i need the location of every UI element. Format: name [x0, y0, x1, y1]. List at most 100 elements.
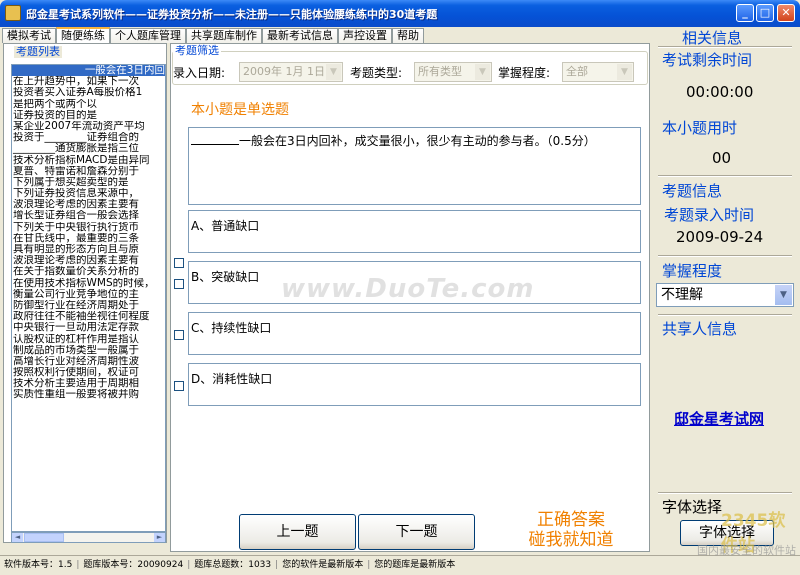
- prev-question-button[interactable]: 上一题: [239, 514, 356, 550]
- list-item[interactable]: 投资者买入证券A每股价格1: [12, 87, 165, 98]
- list-item[interactable]: 投资于________证券组合的: [12, 132, 165, 143]
- tab-strip: 模拟考试 随便练练 个人题库管理 共享题库制作 最新考试信息 声控设置 帮助: [2, 27, 424, 43]
- list-item[interactable]: 高增长行业对经济周期性波: [12, 356, 165, 367]
- date-picker[interactable]: 2009年 1月 1日 ▼: [239, 62, 343, 82]
- option-a[interactable]: A、普通缺口: [188, 210, 641, 253]
- list-item[interactable]: 在使用技术指标WMS的时候，: [12, 278, 165, 289]
- tab-help[interactable]: 帮助: [392, 28, 424, 43]
- close-button[interactable]: ✕: [777, 4, 795, 22]
- divider: [658, 175, 792, 177]
- tab-personal-bank[interactable]: 个人题库管理: [110, 28, 186, 43]
- scroll-left-icon[interactable]: ◄: [12, 533, 23, 542]
- chevron-down-icon[interactable]: ▼: [775, 285, 792, 305]
- list-item[interactable]: 下列属于想买超卖型的是: [12, 177, 165, 188]
- list-item[interactable]: 实质性重组一般要将被并购: [12, 389, 165, 400]
- list-item[interactable]: 中央银行一旦动用法定存款: [12, 322, 165, 333]
- info-panel: 相关信息 考试剩余时间 00:00:00 本小题用时 00 考题信息 考题录入时…: [652, 27, 798, 552]
- type-value: 所有类型: [418, 65, 462, 78]
- list-item[interactable]: 按照权利行使期间，权证可: [12, 367, 165, 378]
- divider: [658, 46, 792, 48]
- list-item[interactable]: 下列关于中央银行执行货币: [12, 222, 165, 233]
- mastery-filter-select[interactable]: 全部 ▼: [562, 62, 634, 82]
- divider: [658, 492, 792, 494]
- option-d-checkbox[interactable]: [174, 381, 184, 391]
- option-b-label: B、突破缺口: [191, 270, 260, 284]
- list-item[interactable]: 是把两个或两个以: [12, 99, 165, 110]
- date-value: 2009年 1月 1日: [243, 65, 325, 78]
- mastery-select[interactable]: 不理解 ▼: [656, 283, 794, 307]
- list-item[interactable]: 波浪理论考虑的因素主要有: [12, 255, 165, 266]
- horizontal-scrollbar[interactable]: ◄ ►: [11, 532, 166, 543]
- minimize-button[interactable]: _: [736, 4, 754, 22]
- divider: [658, 255, 792, 257]
- list-item[interactable]: 波浪理论考虑的因素主要有: [12, 199, 165, 210]
- blank-line: [191, 133, 239, 145]
- question-list-label: 考题列表: [14, 45, 62, 58]
- remaining-time-value: 00:00:00: [686, 83, 754, 101]
- software-latest: 您的软件是最新版本: [282, 560, 364, 570]
- list-item[interactable]: 具有明显的形态方向且与原: [12, 244, 165, 255]
- scroll-thumb[interactable]: [24, 533, 64, 542]
- option-c[interactable]: C、持续性缺口: [188, 312, 641, 355]
- related-info-heading: 相关信息: [682, 29, 743, 47]
- tab-mock-exam[interactable]: 模拟考试: [2, 28, 56, 43]
- entry-time-label: 考题录入时间: [664, 206, 755, 224]
- option-d-label: D、消耗性缺口: [191, 372, 273, 386]
- bank-latest: 您的题库是最新版本: [374, 560, 456, 570]
- list-item[interactable]: 技术分析指标MACD是由异同: [12, 155, 165, 166]
- question-time-label: 本小题用时: [662, 119, 738, 137]
- question-list-panel: 考题列表 一般会在3日内回 在上升趋势中，如果下一次 投资者买入证券A每股价格1 是把…: [3, 43, 167, 543]
- divider: [658, 314, 792, 316]
- remaining-time-label: 考试剩余时间: [662, 51, 753, 69]
- tab-voice-settings[interactable]: 声控设置: [338, 28, 392, 43]
- next-question-button[interactable]: 下一题: [358, 514, 475, 550]
- filter-group-label: 考题筛选: [173, 44, 221, 57]
- font-select-button[interactable]: 字体选择: [680, 520, 774, 546]
- status-bar: 软件版本号：1.5 | 题库版本号：20090924 | 题库总题数：1033 | 您的软件…: [0, 555, 800, 575]
- list-item[interactable]: 认股权证的杠杆作用是指认: [12, 334, 165, 345]
- chevron-down-icon[interactable]: ▼: [617, 64, 632, 80]
- maximize-button[interactable]: □: [756, 4, 774, 22]
- chevron-down-icon[interactable]: ▼: [326, 64, 341, 80]
- mastery-label: 掌握程度: [662, 262, 723, 280]
- list-item[interactable]: 衡量公司行业竞争地位的主: [12, 289, 165, 300]
- list-item[interactable]: 制成品的市场类型一般属于: [12, 345, 165, 356]
- window-title: 邸金星考试系列软件——证券投资分析——未注册——只能体验腰练练中的30道考题: [26, 8, 438, 21]
- list-item[interactable]: 政府往往不能袖坐视往何程度: [12, 311, 165, 322]
- option-d[interactable]: D、消耗性缺口: [188, 363, 641, 406]
- option-a-label: A、普通缺口: [191, 219, 260, 233]
- question-stem-box: 一般会在3日内回补，成交量很小，很少有主动的参与者。（0.5分）: [188, 127, 641, 205]
- scroll-right-icon[interactable]: ►: [154, 533, 165, 542]
- list-item[interactable]: 在甘氏线中，最重要的三条: [12, 233, 165, 244]
- type-select[interactable]: 所有类型 ▼: [414, 62, 492, 82]
- question-panel: 考题筛选 录入日期: 2009年 1月 1日 ▼ 考题类型: 所有类型 ▼ 掌握…: [170, 43, 650, 552]
- question-time-value: 00: [712, 149, 732, 167]
- tab-latest-exam-info[interactable]: 最新考试信息: [262, 28, 338, 43]
- list-item[interactable]: ________通货膨胀是指三位: [12, 143, 165, 154]
- tab-shared-bank[interactable]: 共享题库制作: [186, 28, 262, 43]
- list-item[interactable]: 夏普、特雷诺和詹森分别于: [12, 166, 165, 177]
- list-item[interactable]: 一般会在3日内回: [12, 65, 165, 77]
- question-list[interactable]: 一般会在3日内回 在上升趋势中，如果下一次 投资者买入证券A每股价格1 是把两个或两个…: [11, 64, 166, 532]
- option-c-label: C、持续性缺口: [191, 321, 272, 335]
- list-item[interactable]: 证券投资的目的是: [12, 110, 165, 121]
- list-item[interactable]: 在关于指数量价关系分析的: [12, 266, 165, 277]
- question-type: 本小题是单选题: [191, 102, 289, 118]
- sharer-website-link[interactable]: 邸金星考试网: [674, 408, 764, 429]
- option-b-checkbox[interactable]: [174, 279, 184, 289]
- list-item[interactable]: 技术分析主要适用于周期相: [12, 378, 165, 389]
- title-bar: 邸金星考试系列软件——证券投资分析——未注册——只能体验腰练练中的30道考题 _…: [0, 0, 800, 27]
- tab-free-practice[interactable]: 随便练练: [56, 27, 110, 43]
- option-b[interactable]: B、突破缺口: [188, 261, 641, 304]
- list-item[interactable]: 某企业2007年流动资产平均: [12, 121, 165, 132]
- list-item[interactable]: 下列证券投资信息来源中，: [12, 188, 165, 199]
- list-item[interactable]: 增长型证券组合一般会选择: [12, 210, 165, 221]
- option-c-checkbox[interactable]: [174, 330, 184, 340]
- question-info-heading: 考题信息: [662, 182, 723, 200]
- chevron-down-icon[interactable]: ▼: [475, 64, 490, 80]
- list-item[interactable]: 在上升趋势中，如果下一次: [12, 76, 165, 87]
- show-answer-link[interactable]: 正确答案 碰我就知道: [516, 510, 626, 550]
- list-item[interactable]: 防御型行业在经济周期处于: [12, 300, 165, 311]
- filter-group: 考题筛选 录入日期: 2009年 1月 1日 ▼ 考题类型: 所有类型 ▼ 掌握…: [172, 45, 648, 85]
- option-a-checkbox[interactable]: [174, 258, 184, 268]
